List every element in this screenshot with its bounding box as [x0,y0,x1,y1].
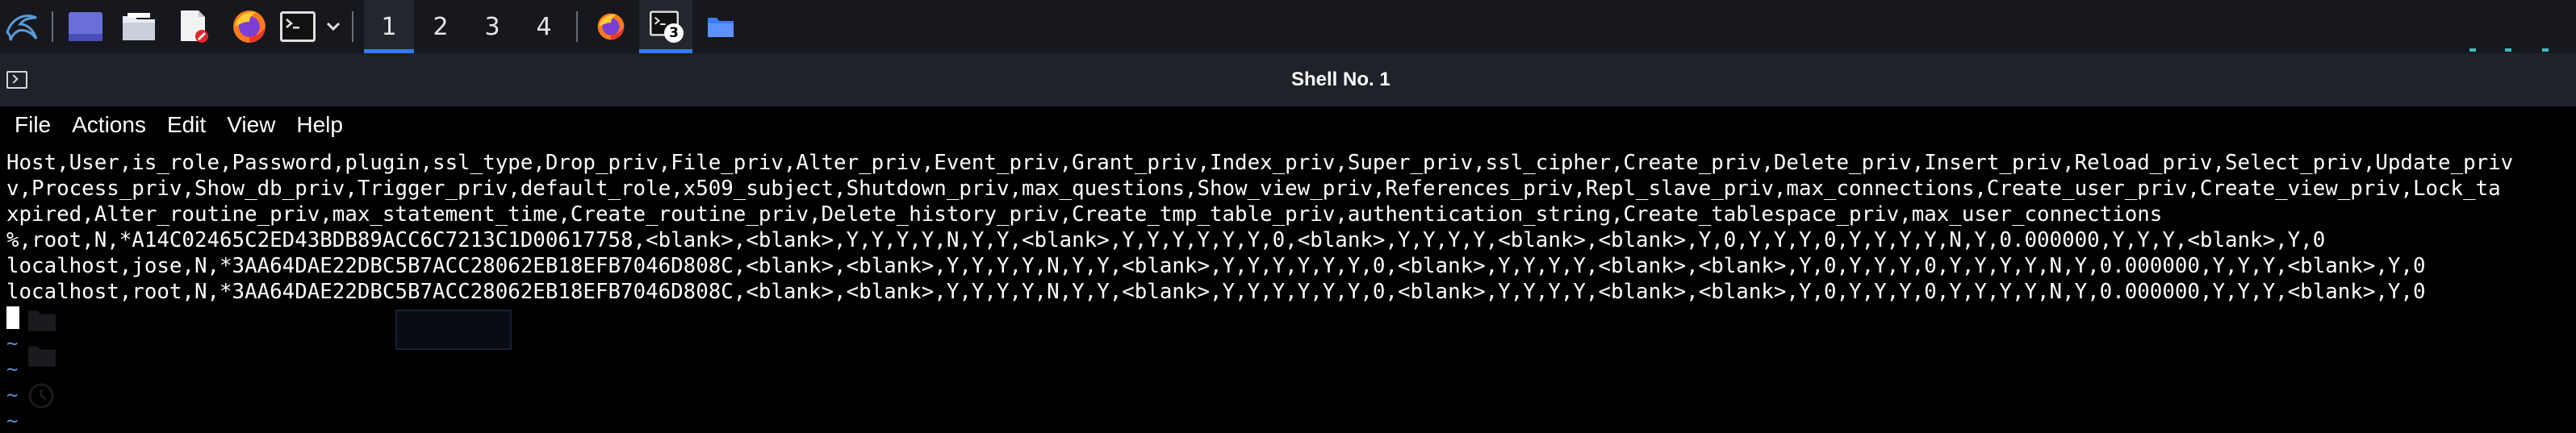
terminal-icon [280,11,316,42]
empty-line-marker: ~ [6,358,19,381]
window-count-label: 3 [669,25,679,41]
terminal-line: v,Process_priv,Show_db_priv,Trigger_priv… [6,177,2501,201]
folder-icon [708,18,734,37]
terminal-line: Host,User,is_role,Password,plugin,ssl_ty… [6,151,2514,175]
kali-dragon-icon [6,15,38,41]
terminal-launcher[interactable] [279,0,316,53]
kali-menu-button[interactable] [0,0,45,53]
text-editor-launcher[interactable] [171,0,216,53]
panel-separator [52,11,53,42]
tray-indicator [2469,48,2476,52]
window-count-badge: 3 [664,23,684,43]
menu-help[interactable]: Help [296,112,343,138]
terminal-line: localhost,jose,N,*3AA64DAE22DBC5B7ACC280… [6,254,2426,278]
empty-line-marker: ~ [6,410,19,432]
text-editor-icon [181,10,208,43]
workspace-3[interactable]: 3 [467,0,517,53]
window-title: Shell No. 1 [1291,69,1390,90]
menu-view[interactable]: View [227,112,275,138]
window-titlebar[interactable]: Shell No. 1 [0,53,2576,106]
ghost-folder-icon [28,310,56,331]
tray-indicator [2505,48,2511,52]
terminal-line: xpired,Alter_routine_priv,max_statement_… [6,202,2163,227]
menu-edit[interactable]: Edit [167,112,206,138]
menu-actions[interactable]: Actions [72,112,146,138]
workspace-label: 3 [484,12,500,41]
ghost-folder-icon [28,346,56,367]
panel-separator [352,11,353,42]
top-panel: 1 2 3 4 3 [0,0,2576,53]
ghost-selection [395,310,512,350]
terminal-window-icon[interactable] [6,71,27,89]
ghost-clock-icon [28,383,54,409]
workspace-label: 4 [536,12,552,41]
workspace-label: 1 [381,12,397,41]
task-folder[interactable] [694,0,747,53]
workspace-2[interactable]: 2 [416,0,466,53]
empty-line-marker: ~ [6,384,19,406]
screen: 1 2 3 4 3 Shell No. 1 File Actions Edit … [0,0,2576,433]
show-desktop-button[interactable] [63,0,108,53]
firefox-icon [597,13,625,40]
workspace-1[interactable]: 1 [364,0,414,53]
firefox-icon [233,10,266,43]
workspace-4[interactable]: 4 [519,0,569,53]
file-manager-launcher[interactable] [116,0,161,53]
task-terminal[interactable]: 3 [639,0,692,53]
task-terminal-icon-wrap: 3 [650,10,684,43]
terminal-line: %,root,N,*A14C02465C2ED43BDB89ACC6C7213C… [6,228,2326,252]
workspace-label: 2 [433,12,449,41]
terminal-launcher-dropdown[interactable] [321,0,345,53]
terminal-line: localhost,root,N,*3AA64DAE22DBC5B7ACC280… [6,280,2426,304]
panel-separator [576,11,578,42]
empty-line-marker: ~ [6,332,19,355]
chevron-down-icon [326,22,341,31]
desktop-window-icon [69,12,102,41]
menu-file[interactable]: File [15,112,51,138]
task-firefox[interactable] [584,0,638,53]
tray-indicator [2542,48,2549,52]
menu-bar: File Actions Edit View Help [0,106,2576,144]
terminal-output[interactable]: Host,User,is_role,Password,plugin,ssl_ty… [0,150,2576,433]
firefox-launcher[interactable] [226,0,273,53]
text-cursor [6,306,19,329]
file-manager-icon [123,13,155,40]
